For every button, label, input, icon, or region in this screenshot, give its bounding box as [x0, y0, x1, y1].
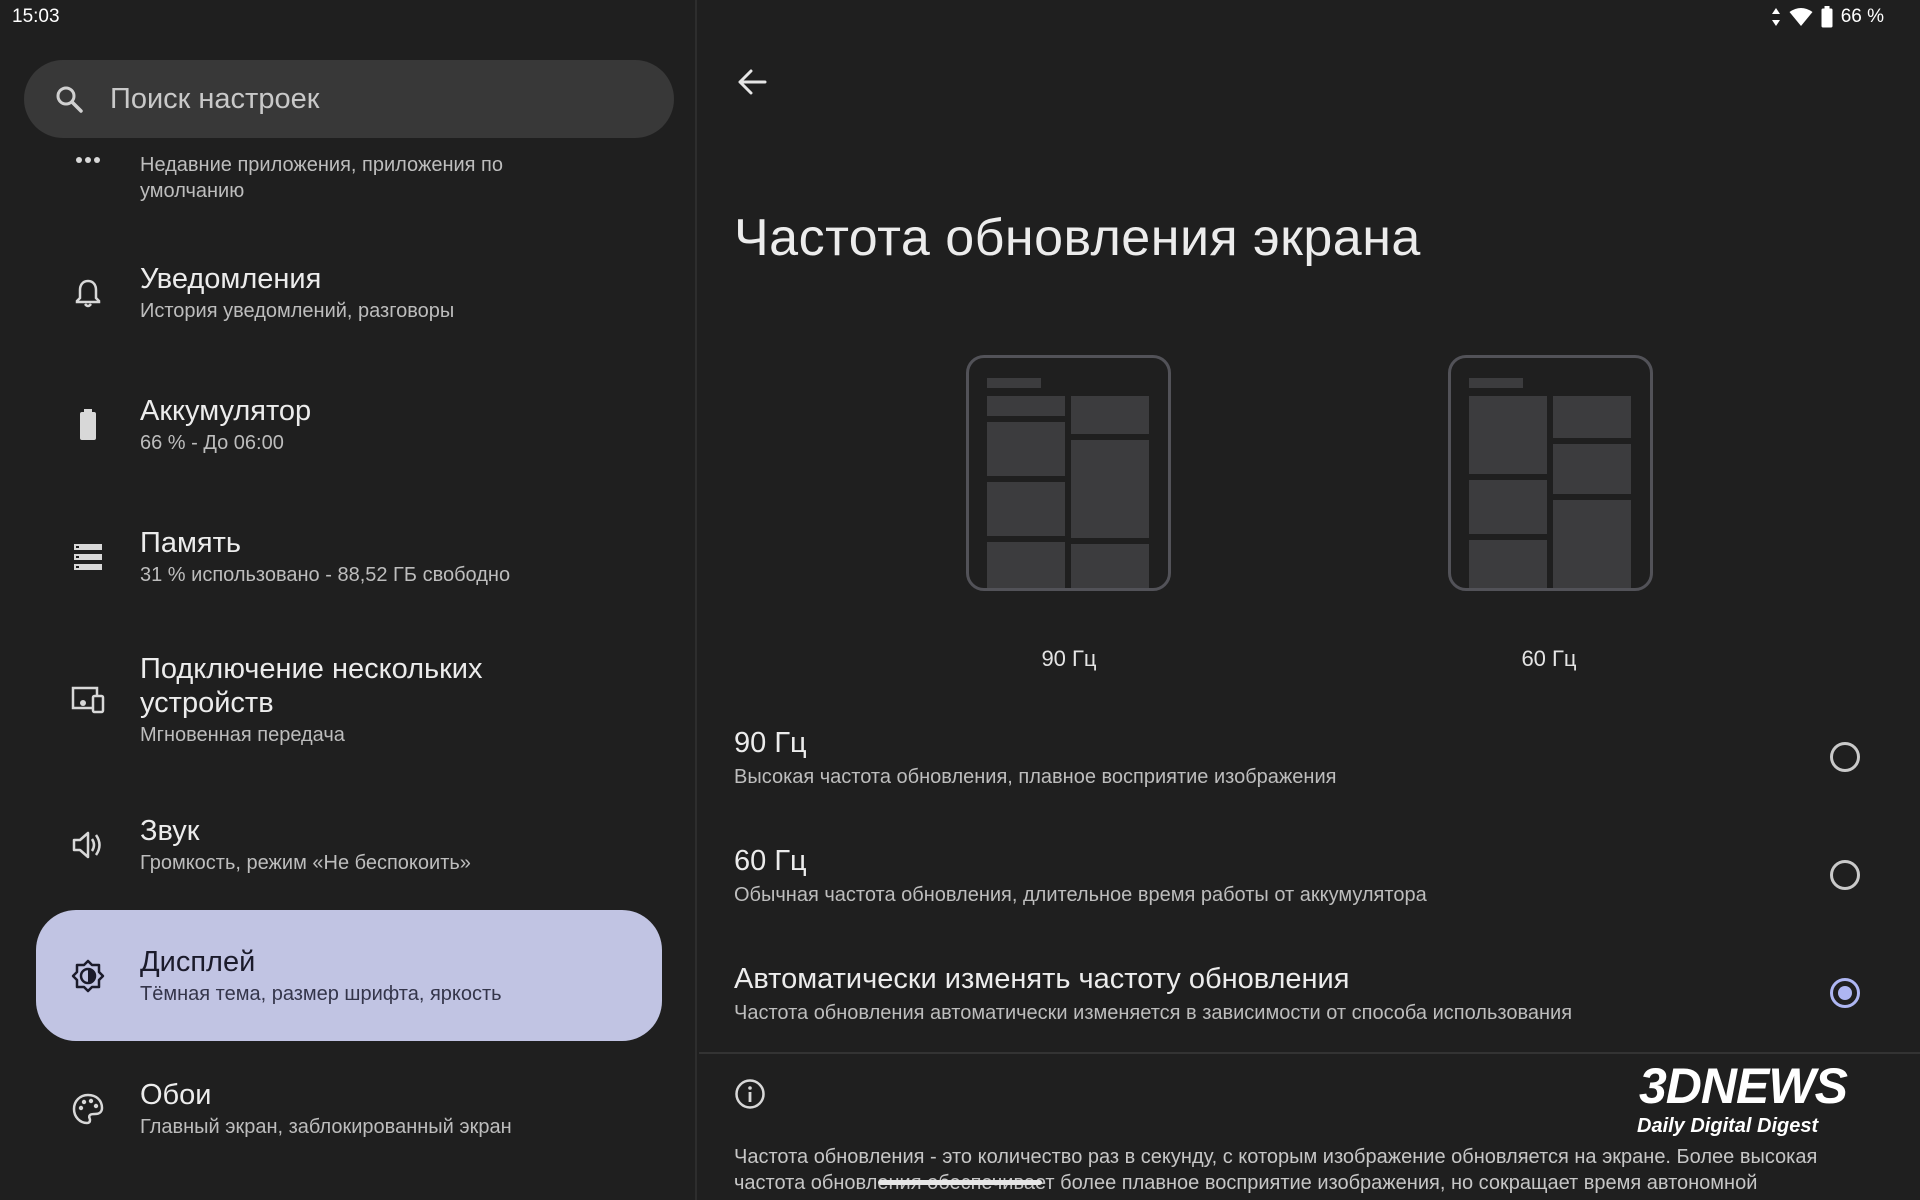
search-bar[interactable]: Поиск настроек — [24, 60, 674, 138]
preview-90hz-illustration — [966, 355, 1171, 591]
status-time: 15:03 — [12, 6, 60, 27]
arrow-back-icon — [737, 69, 767, 100]
gesture-nav-handle[interactable] — [878, 1180, 1042, 1185]
search-icon — [54, 84, 84, 114]
wifi-icon — [1789, 7, 1813, 27]
search-placeholder: Поиск настроек — [110, 82, 320, 115]
sidebar-item-title: Дисплей — [140, 945, 256, 978]
preview-label-90hz: 90 Гц — [1041, 646, 1097, 671]
back-button[interactable] — [734, 66, 770, 102]
sidebar-item-subtitle: Тёмная тема, размер шрифта, яркость — [140, 982, 502, 1005]
radio-90hz[interactable] — [1830, 742, 1860, 772]
sidebar-item-subtitle: умолчанию — [140, 180, 245, 202]
speaker-icon — [34, 830, 140, 860]
sidebar-item-storage[interactable]: Память 31 % использовано - 88,52 ГБ своб… — [36, 526, 662, 588]
sidebar-item-title: Обои — [140, 1079, 212, 1111]
palette-icon — [34, 1093, 140, 1125]
sidebar-item-display[interactable]: Дисплей Тёмная тема, размер шрифта, ярко… — [36, 910, 662, 1041]
sidebar-item-subtitle: Главный экран, заблокированный экран — [140, 1116, 512, 1138]
sidebar-item-subtitle: История уведомлений, разговоры — [140, 300, 455, 322]
info-icon — [734, 1078, 766, 1110]
settings-sidebar: Поиск настроек Недавние приложения, прил… — [0, 0, 697, 1200]
divider — [699, 1052, 1920, 1054]
battery-percent: 66 % — [1840, 6, 1884, 27]
option-90hz[interactable]: 90 Гц Высокая частота обновления, плавно… — [734, 726, 1894, 790]
more-dots-icon — [34, 152, 140, 164]
sidebar-item-notifications[interactable]: Уведомления История уведомлений, разгово… — [36, 262, 662, 324]
storage-icon — [34, 543, 140, 571]
sidebar-item-subtitle: Недавние приложения, приложения по — [140, 154, 503, 176]
watermark-sub: Daily Digital Digest — [1637, 1115, 1819, 1137]
option-title: 90 Гц — [734, 727, 807, 759]
option-title: 60 Гц — [734, 845, 807, 877]
sidebar-item-wallpaper[interactable]: Обои Главный экран, заблокированный экра… — [36, 1078, 662, 1140]
sidebar-item-title: Звук — [140, 815, 200, 847]
option-60hz[interactable]: 60 Гц Обычная частота обновления, длител… — [734, 844, 1894, 908]
devices-icon — [34, 686, 140, 714]
sidebar-item-title: Аккумулятор — [140, 395, 312, 427]
sidebar-item-title: Уведомления — [140, 263, 322, 295]
option-title: Автоматически изменять частоту обновлени… — [734, 963, 1350, 995]
sidebar-item-multi-device[interactable]: Подключение нескольких устройств Мгновен… — [36, 652, 662, 748]
sidebar-item-subtitle: Мгновенная передача — [140, 724, 345, 746]
sidebar-item-subtitle: 31 % использовано - 88,52 ГБ свободно — [140, 564, 511, 586]
sidebar-item-apps[interactable]: Недавние приложения, приложения по умолч… — [36, 152, 662, 204]
watermark-main: 3DNEWS — [1639, 1058, 1848, 1114]
sidebar-item-subtitle: 66 % - До 06:00 — [140, 432, 284, 454]
radio-auto-refresh[interactable] — [1830, 978, 1860, 1008]
option-subtitle: Высокая частота обновления, плавное восп… — [734, 766, 1337, 788]
option-auto-refresh[interactable]: Автоматически изменять частоту обновлени… — [734, 962, 1894, 1026]
data-arrows-icon — [1771, 7, 1781, 27]
option-subtitle: Обычная частота обновления, длительное в… — [734, 884, 1427, 906]
sidebar-item-subtitle: Громкость, режим «Не беспокоить» — [140, 852, 471, 874]
sidebar-item-title: устройств — [140, 687, 274, 719]
sidebar-item-sound[interactable]: Звук Громкость, режим «Не беспокоить» — [36, 814, 662, 876]
watermark-logo: 3DNEWS Daily Digital Digest — [1625, 1055, 1895, 1175]
preview-60hz-illustration — [1448, 355, 1653, 591]
option-subtitle: Частота обновления автоматически изменяе… — [734, 1002, 1573, 1024]
page-title: Частота обновления экрана — [734, 209, 1421, 267]
sidebar-item-title: Память — [140, 527, 242, 559]
radio-60hz[interactable] — [1830, 860, 1860, 890]
sidebar-item-battery[interactable]: Аккумулятор 66 % - До 06:00 — [36, 394, 662, 456]
status-icons: 66 % — [1771, 6, 1884, 28]
preview-label-60hz: 60 Гц — [1521, 646, 1577, 671]
display-brightness-icon — [34, 959, 140, 993]
sidebar-item-title: Подключение нескольких — [140, 653, 483, 685]
status-bar: 15:03 66 % — [0, 0, 1920, 34]
bell-icon — [34, 278, 140, 308]
battery-icon — [34, 409, 140, 441]
battery-icon — [1821, 6, 1833, 28]
